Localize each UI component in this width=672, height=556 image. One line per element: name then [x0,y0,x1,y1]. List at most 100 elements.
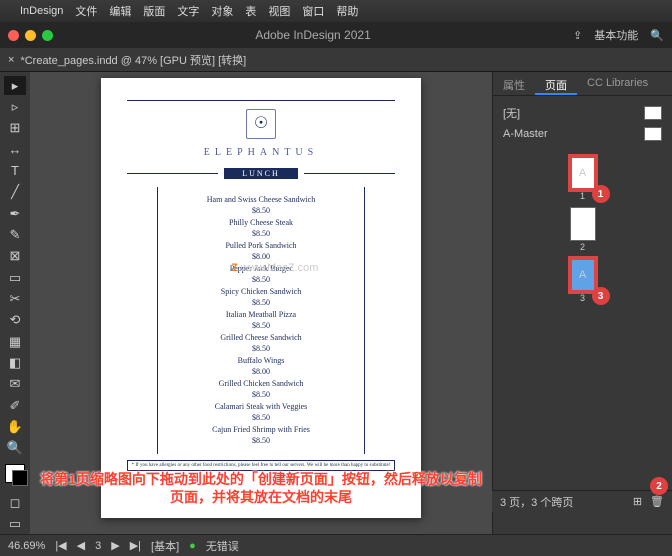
brand-title: ELEPHANTUS [127,147,395,158]
menu-item: Ham and Swiss Cheese Sandwich [158,195,364,204]
menu-item: Italian Meatball Pizza [158,310,364,319]
menu-edit[interactable]: 编辑 [109,3,131,19]
share-icon[interactable]: ⇪ [573,29,582,42]
menu-object[interactable]: 对象 [211,3,233,19]
scissors-tool[interactable]: ✂ [4,289,26,308]
document-canvas[interactable]: ☉ ELEPHANTUS LUNCH Ham and Swiss Cheese … [30,72,492,534]
menu-price: $8.50 [158,321,364,330]
window-title: Adobe InDesign 2021 [255,28,370,42]
menu-item: Calamari Steak with Veggies [158,402,364,411]
master-none[interactable]: [无] [499,102,666,124]
tab-cc-libraries[interactable]: CC Libraries [577,72,658,95]
selection-tool[interactable]: ▸ [4,76,26,95]
annotation-badge-2: 2 [650,477,668,495]
menu-price: $8.50 [158,275,364,284]
annotation-badge-1: 1 [592,185,610,203]
page-nav-first-icon[interactable]: |◀ [55,539,66,552]
gradient-feather-tool[interactable]: ◧ [4,353,26,372]
section-label: LUNCH [224,168,298,179]
document-tab[interactable]: *Create_pages.indd @ 47% [GPU 预览] [转换] [20,52,246,68]
page-nav-last-icon[interactable]: ▶| [130,539,141,552]
status-bar: 46.69% |◀ ◀ 3 ▶ ▶| [基本] ● 无错误 [0,534,672,556]
menu-price: $8.50 [158,436,364,445]
menu-price: $8.50 [158,229,364,238]
menu-window[interactable]: 窗口 [302,3,324,19]
type-tool[interactable]: T [4,161,26,180]
minimize-icon[interactable] [25,30,36,41]
search-icon[interactable]: 🔍 [650,29,664,42]
preflight-errors[interactable]: 无错误 [206,538,239,554]
pen-tool[interactable]: ✒ [4,204,26,223]
pages-status: 3 页，3 个跨页 [500,494,573,510]
page-thumb-2[interactable]: 2 [570,207,596,252]
menu-item: Grilled Cheese Sandwich [158,333,364,342]
color-mode-toggle[interactable]: ◻ [4,493,26,512]
app-name[interactable]: InDesign [20,5,63,17]
preflight-preset[interactable]: [基本] [151,538,179,554]
menu-price: $8.50 [158,206,364,215]
tools-panel: ▸ ▹ ⊞ ↔ T ╱ ✒ ✎ ⊠ ▭ ✂ ⟲ ▦ ◧ ✉ ✐ ✋ 🔍 ◻ ▭ [0,72,30,534]
zoom-level[interactable]: 46.69% [8,540,45,552]
menu-price: $8.50 [158,413,364,422]
menu-price: $8.00 [158,367,364,376]
menu-help[interactable]: 帮助 [336,3,358,19]
menu-file[interactable]: 文件 [75,3,97,19]
pencil-tool[interactable]: ✎ [4,225,26,244]
page-thumb-1[interactable]: A 1 1 [570,156,596,201]
tab-pages[interactable]: 页面 [535,72,577,95]
rectangle-frame-tool[interactable]: ⊠ [4,247,26,266]
instruction-overlay: 将第1页缩略图向下拖动到此处的「创建新页面」按钮，然后释放以复制页面，并将其放在… [40,470,482,506]
menu-list: Ham and Swiss Cheese Sandwich $8.50 Philly… [157,187,365,454]
preflight-status-icon: ● [189,540,196,552]
close-icon[interactable] [8,30,19,41]
direct-selection-tool[interactable]: ▹ [4,97,26,116]
tab-close-icon[interactable]: × [8,54,14,66]
menu-item: Spicy Chicken Sandwich [158,287,364,296]
menu-view[interactable]: 视图 [268,3,290,19]
note-tool[interactable]: ✉ [4,375,26,394]
menu-text[interactable]: 文字 [177,3,199,19]
menu-layout[interactable]: 版面 [143,3,165,19]
menu-item: Pepper Jack Burger [158,264,364,273]
fill-stroke-swatch[interactable] [5,464,25,483]
menu-price: $8.50 [158,344,364,353]
page-content: ☉ ELEPHANTUS LUNCH Ham and Swiss Cheese … [101,78,421,518]
menu-item: Cajun Fried Shrimp with Fries [158,425,364,434]
gradient-swatch-tool[interactable]: ▦ [4,332,26,351]
document-tabbar: × *Create_pages.indd @ 47% [GPU 预览] [转换] [0,48,672,72]
page-tool[interactable]: ⊞ [4,119,26,138]
page-nav-next-icon[interactable]: ▶ [111,539,119,552]
menu-table[interactable]: 表 [245,3,256,19]
page-field[interactable]: 3 [95,540,101,552]
app-titlebar: Adobe InDesign 2021 ⇪ 基本功能 🔍 [0,22,672,48]
pages-panel-footer: 3 页，3 个跨页 ⊞ 🗑 2 [492,490,672,512]
workspace-switcher[interactable]: 基本功能 [594,27,638,43]
menu-item: Grilled Chicken Sandwich [158,379,364,388]
hand-tool[interactable]: ✋ [4,417,26,436]
menu-item: Buffalo Wings [158,356,364,365]
menu-price: $8.50 [158,298,364,307]
rectangle-tool[interactable]: ▭ [4,268,26,287]
annotation-badge-3: 3 [592,287,610,305]
tab-properties[interactable]: 属性 [493,72,535,95]
menu-price: $8.00 [158,252,364,261]
menu-item: Philly Cheese Steak [158,218,364,227]
eyedropper-tool[interactable]: ✐ [4,396,26,415]
window-controls [8,30,53,41]
menu-item: Pulled Pork Sandwich [158,241,364,250]
page-nav-prev-icon[interactable]: ◀ [77,539,85,552]
menu-price: $8.50 [158,390,364,399]
screen-mode-toggle[interactable]: ▭ [4,515,26,534]
new-page-button[interactable]: ⊞ [633,495,642,508]
zoom-tool[interactable]: 🔍 [4,439,26,458]
delete-page-button[interactable]: 🗑 [650,495,664,508]
logo-icon: ☉ [127,109,395,139]
pages-panel: 属性 页面 CC Libraries [无] A-Master A 1 1 2 … [492,72,672,534]
macos-menubar: InDesign 文件 编辑 版面 文字 对象 表 视图 窗口 帮助 [0,0,672,22]
line-tool[interactable]: ╱ [4,183,26,202]
gap-tool[interactable]: ↔ [4,140,26,159]
page-thumb-3[interactable]: A 3 3 [570,258,596,303]
maximize-icon[interactable] [42,30,53,41]
master-a[interactable]: A-Master [499,124,666,144]
free-transform-tool[interactable]: ⟲ [4,311,26,330]
